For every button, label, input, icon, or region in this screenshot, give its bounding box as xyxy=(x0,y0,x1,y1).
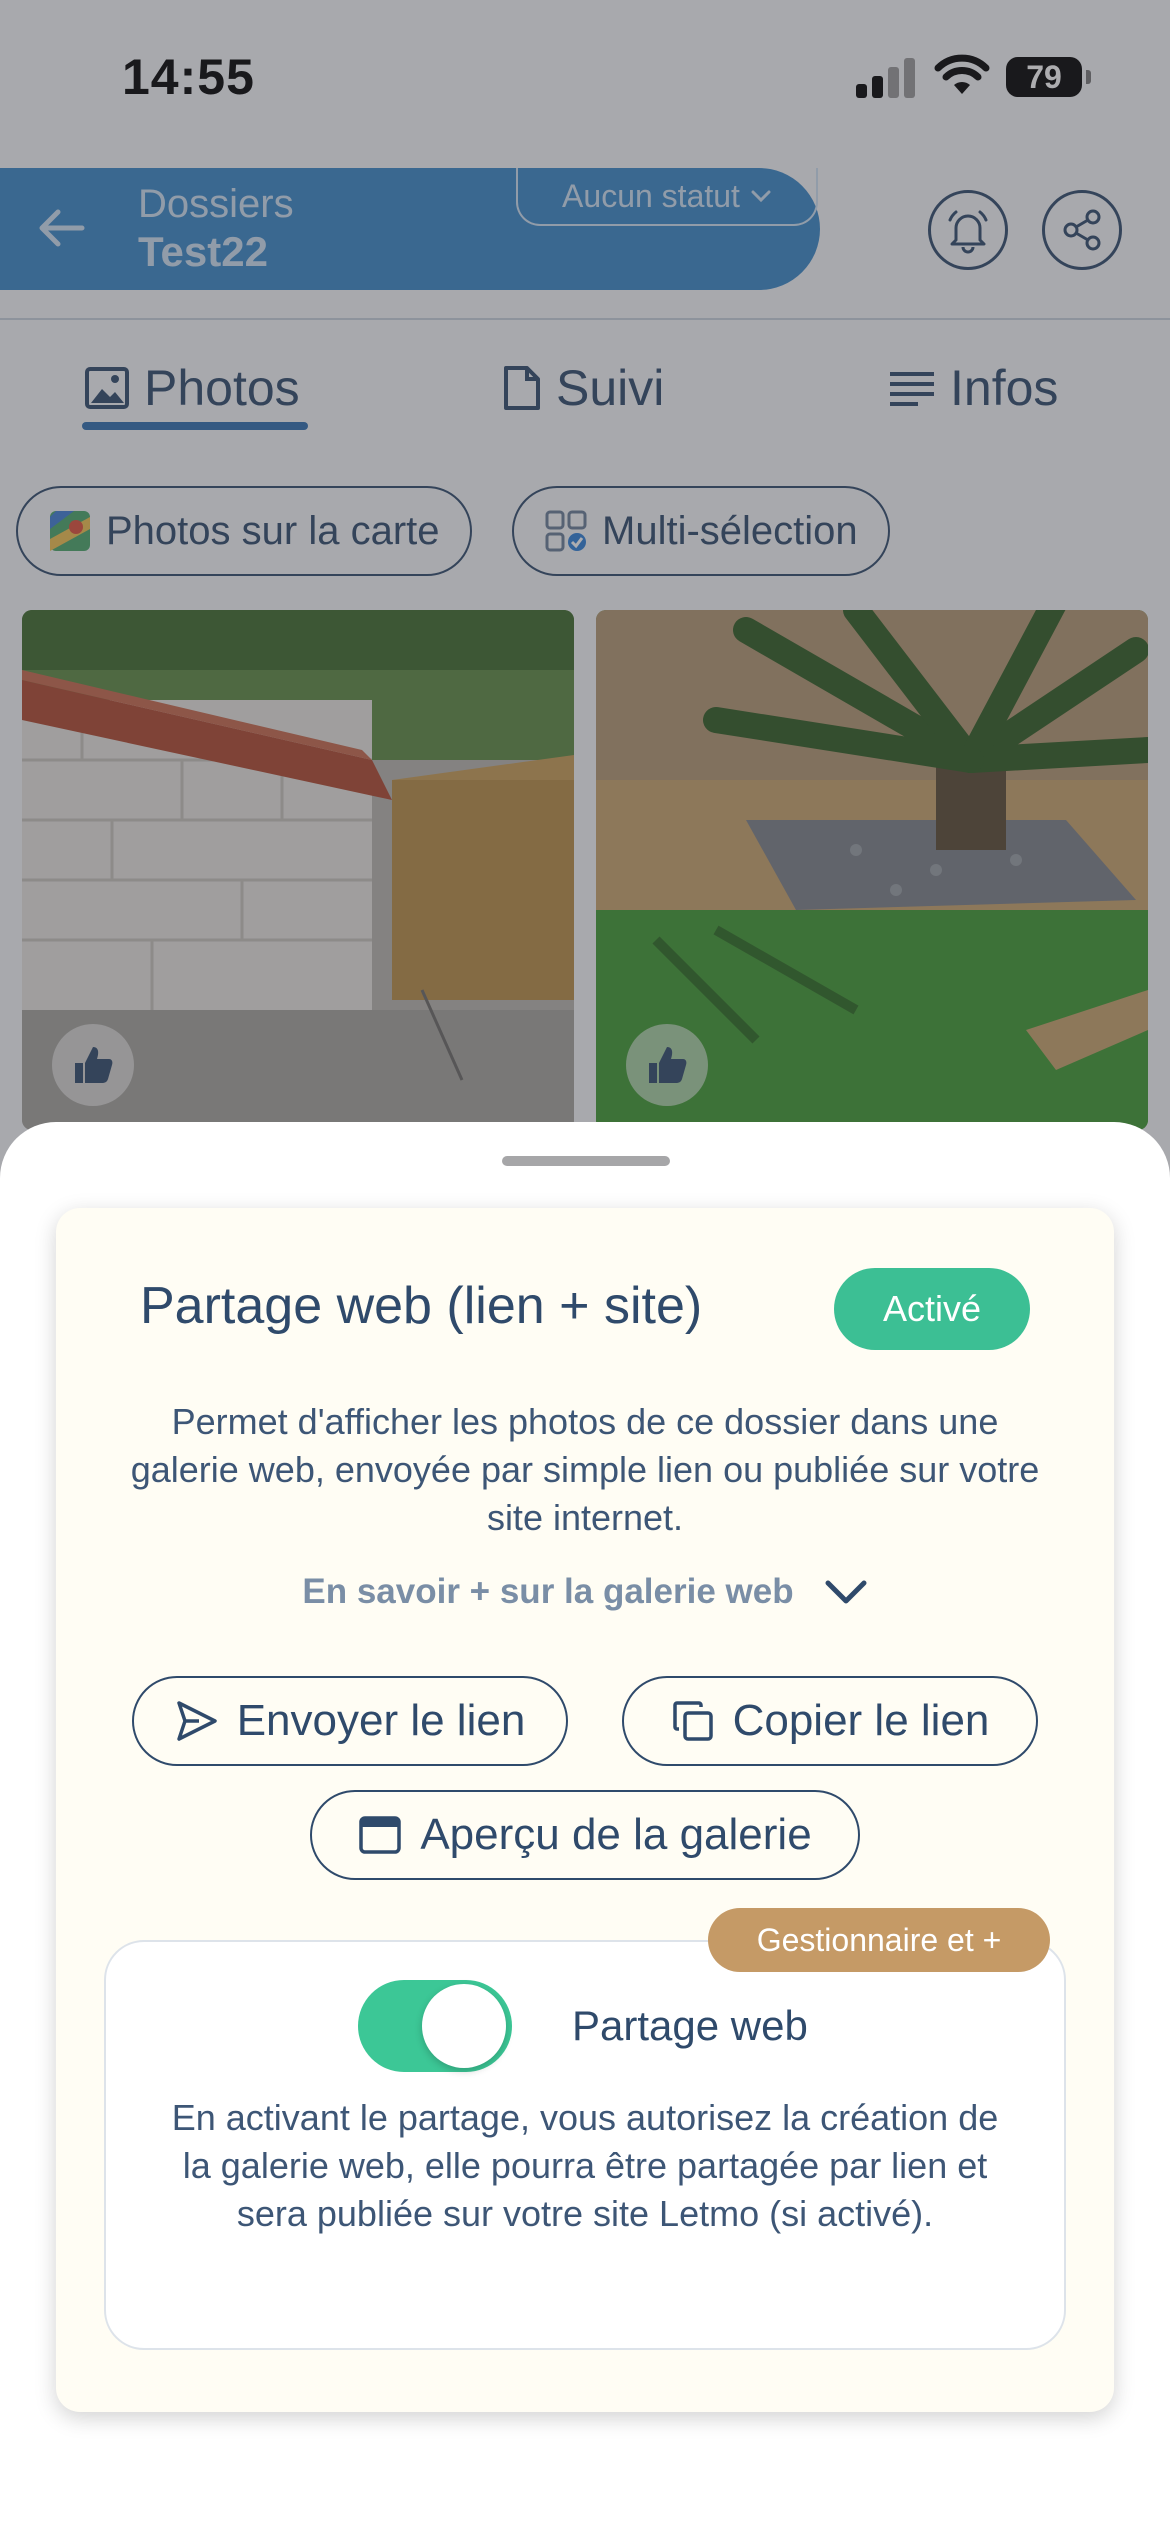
copy-link-button[interactable]: Copier le lien xyxy=(622,1676,1038,1766)
chevron-down-icon xyxy=(825,1580,867,1604)
card-description: Permet d'afficher les photos de ce dossi… xyxy=(130,1401,1040,1538)
browser-window-icon xyxy=(359,1816,402,1854)
status-badge: Activé xyxy=(834,1268,1030,1350)
sheet-grabber-handle[interactable] xyxy=(502,1156,670,1166)
learn-more-label: En savoir + sur la galerie web xyxy=(302,1572,794,1611)
copy-icon xyxy=(672,1701,713,1741)
toggle-knob xyxy=(422,1984,506,2068)
learn-more-toggle[interactable]: En savoir + sur la galerie web xyxy=(0,1572,1170,1612)
card-title: Partage web (lien + site) xyxy=(140,1277,703,1335)
toggle-label: Partage web xyxy=(572,2002,808,2049)
button-label: Envoyer le lien xyxy=(236,1696,526,1745)
button-label: Aperçu de la galerie xyxy=(420,1810,812,1859)
send-link-button[interactable]: Envoyer le lien xyxy=(132,1676,568,1766)
send-icon xyxy=(176,1701,217,1741)
web-sharing-toggle[interactable] xyxy=(358,1980,512,2072)
toggle-description: En activant le partage, vous autorisez l… xyxy=(171,2097,999,2234)
button-label: Copier le lien xyxy=(732,1696,990,1745)
role-badge: Gestionnaire et + xyxy=(708,1908,1050,1972)
gallery-preview-button[interactable]: Aperçu de la galerie xyxy=(310,1790,860,1880)
